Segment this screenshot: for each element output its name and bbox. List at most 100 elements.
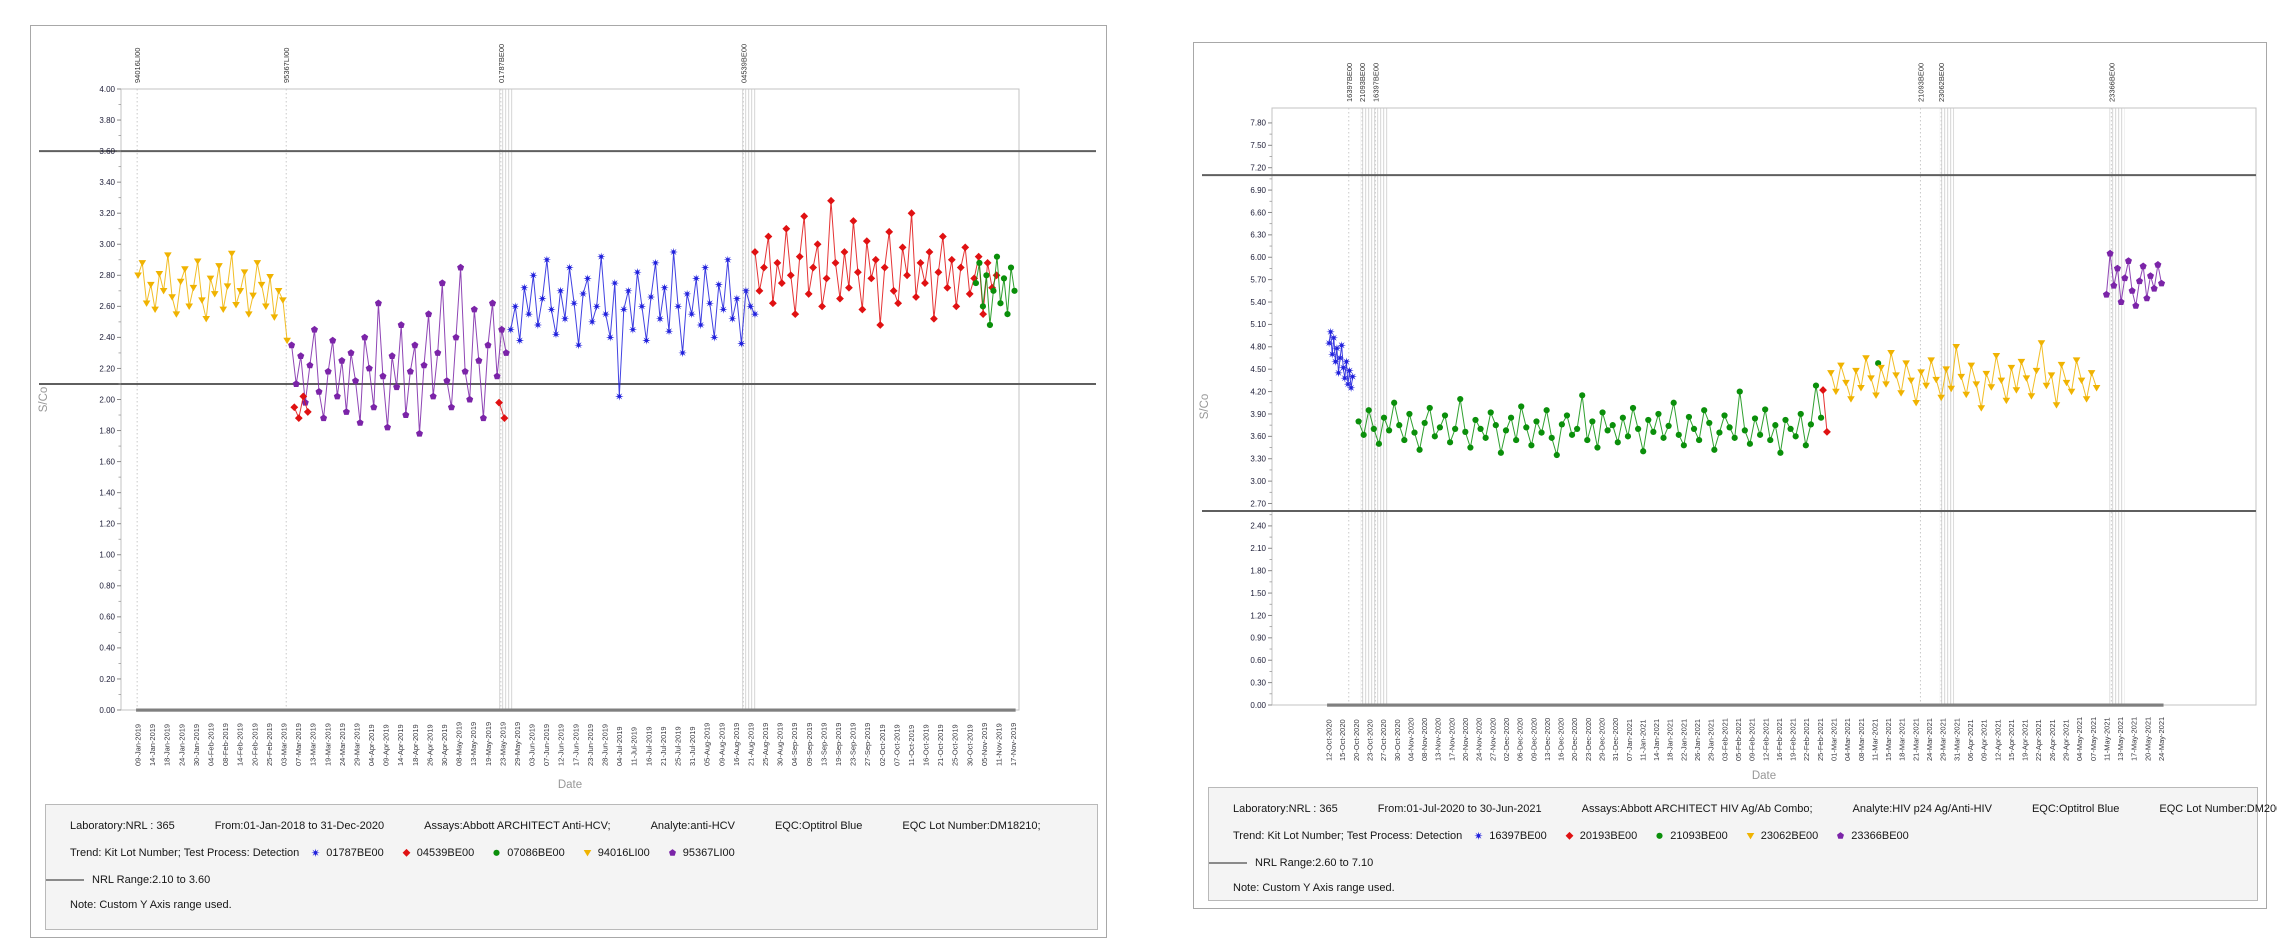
svg-text:16-Jul-2019: 16-Jul-2019 [644,726,653,766]
footer-info-row: Laboratory:NRL : 365 From:01-Jan-2018 to… [46,805,1097,832]
svg-text:1.00: 1.00 [99,551,115,560]
svg-text:2.40: 2.40 [1250,522,1266,531]
svg-text:3.60: 3.60 [99,147,115,156]
svg-text:2.40: 2.40 [99,333,115,342]
svg-text:16-Feb-2021: 16-Feb-2021 [1775,718,1784,761]
svg-text:20-Nov-2020: 20-Nov-2020 [1461,718,1470,761]
chart-footer: Laboratory:NRL : 365 From:01-Jan-2018 to… [45,804,1098,930]
chart-footer: Laboratory:NRL : 365 From:01-Jul-2020 to… [1208,787,2258,901]
svg-text:1.40: 1.40 [99,488,115,497]
svg-text:0.60: 0.60 [99,613,115,622]
svg-text:12-Apr-2021: 12-Apr-2021 [1993,719,2002,761]
svg-text:23-Dec-2020: 23-Dec-2020 [1584,718,1593,761]
qc-trend-report-page: { "page": {"background": "#ffffff"}, "co… [0,0,2277,947]
svg-text:17-May-2021: 17-May-2021 [2130,717,2139,761]
assays-label: Assays:Abbott ARCHITECT Anti-HCV; [424,820,610,832]
svg-text:17-Nov-2019: 17-Nov-2019 [1009,723,1018,766]
svg-text:5.70: 5.70 [1250,275,1266,284]
svg-text:14-Jan-2021: 14-Jan-2021 [1652,719,1661,761]
svg-text:5.10: 5.10 [1250,320,1266,329]
eqc-label: EQC:Optitrol Blue [775,820,862,832]
legend-lot-label: 07086BE00 [507,847,565,859]
svg-text:23062BE00: 23062BE00 [1937,63,1946,102]
analyte-label: Analyte:HIV p24 Ag/Anti-HIV [1853,803,1992,815]
svg-text:15-Apr-2021: 15-Apr-2021 [2007,719,2016,761]
circle-icon [490,847,503,859]
svg-text:14-Apr-2019: 14-Apr-2019 [396,724,405,766]
legend-item-07086BE00: 07086BE00 [490,847,565,859]
svg-text:20-Dec-2020: 20-Dec-2020 [1570,718,1579,761]
svg-text:01-Mar-2021: 01-Mar-2021 [1830,718,1839,761]
series-04539BE00 [290,392,311,422]
svg-text:18-Jan-2019: 18-Jan-2019 [163,724,172,766]
hcv-trend-chart-panel: 94016LI0095367LI0001787BE0004539BE004.00… [30,25,1107,938]
svg-text:14-Jan-2019: 14-Jan-2019 [148,724,157,766]
hcv-trend-plot: 94016LI0095367LI0001787BE0004539BE004.00… [31,26,1106,802]
svg-text:02-Dec-2020: 02-Dec-2020 [1502,718,1511,761]
svg-text:30-Apr-2019: 30-Apr-2019 [440,724,449,766]
svg-text:4.20: 4.20 [1250,387,1266,396]
svg-text:03-Feb-2021: 03-Feb-2021 [1720,718,1729,761]
series-07086BE00 [973,254,1018,329]
series-94016LI00 [134,251,291,344]
lot-change-annotations: 16397BE0021093BE0016397BE0021093BE002306… [1345,63,2125,705]
svg-text:11-Jul-2019: 11-Jul-2019 [630,727,639,766]
legend-item-23366BE00: 23366BE00 [1834,830,1909,842]
legend-lot-label: 01787BE00 [326,847,384,859]
svg-text:11-Jan-2021: 11-Jan-2021 [1638,719,1647,761]
svg-text:21-Mar-2021: 21-Mar-2021 [1911,718,1920,761]
svg-text:05-Feb-2021: 05-Feb-2021 [1734,718,1743,761]
svg-text:1.80: 1.80 [99,426,115,435]
svg-text:04-Mar-2021: 04-Mar-2021 [1843,718,1852,761]
svg-text:25-Feb-2021: 25-Feb-2021 [1816,718,1825,761]
svg-text:29-Dec-2020: 29-Dec-2020 [1598,718,1607,761]
legend-item-21093BE00: 21093BE00 [1653,830,1728,842]
svg-text:13-Dec-2020: 13-Dec-2020 [1543,718,1552,761]
svg-text:16397BE00: 16397BE00 [1371,63,1380,102]
eqc-lot-label: EQC Lot Number:DM20021; [2159,803,2277,815]
legend-lot-label: 04539BE00 [417,847,475,859]
svg-text:1.20: 1.20 [1250,611,1266,620]
svg-text:1.60: 1.60 [99,457,115,466]
svg-text:13-May-2021: 13-May-2021 [2116,717,2125,761]
legend-item-20193BE00: 20193BE00 [1563,830,1638,842]
svg-text:24-Mar-2021: 24-Mar-2021 [1925,718,1934,761]
svg-text:21-Jul-2019: 21-Jul-2019 [659,726,668,766]
diamond-icon [400,847,413,859]
svg-text:7.80: 7.80 [1250,119,1266,128]
y-axis-title: S/Co [38,387,50,413]
legend-lot-label: 16397BE00 [1489,830,1547,842]
svg-text:13-May-2019: 13-May-2019 [469,722,478,766]
svg-text:26-Apr-2021: 26-Apr-2021 [2048,719,2057,761]
svg-text:06-Apr-2021: 06-Apr-2021 [1966,719,1975,761]
x-axis-labels: 12-Oct-202015-Oct-202020-Oct-202023-Oct-… [1325,717,2166,761]
svg-text:2.20: 2.20 [99,364,115,373]
svg-text:7.50: 7.50 [1250,141,1266,150]
svg-text:3.30: 3.30 [1250,455,1266,464]
legend-lot-label: 23366BE00 [1851,830,1909,842]
svg-text:0.00: 0.00 [99,706,115,715]
svg-text:19-Sep-2019: 19-Sep-2019 [834,723,843,766]
svg-text:20-May-2021: 20-May-2021 [2143,717,2152,761]
svg-text:07-Mar-2019: 07-Mar-2019 [294,723,303,766]
svg-text:23-Sep-2019: 23-Sep-2019 [849,723,858,766]
svg-text:24-Jan-2019: 24-Jan-2019 [177,724,186,766]
star8-icon [1472,830,1485,842]
svg-text:18-Apr-2019: 18-Apr-2019 [411,724,420,766]
svg-text:1.20: 1.20 [99,520,115,529]
svg-text:3.60: 3.60 [1250,432,1266,441]
svg-text:08-Nov-2020: 08-Nov-2020 [1420,718,1429,761]
lot-change-annotations: 94016LI0095367LI0001787BE0004539BE00 [133,44,756,710]
diamond-icon [1563,830,1576,842]
svg-text:3.00: 3.00 [99,240,115,249]
svg-text:09-Jan-2019: 09-Jan-2019 [134,724,143,766]
svg-text:0.60: 0.60 [1250,656,1266,665]
svg-text:2.80: 2.80 [99,271,115,280]
svg-text:21093BE00: 21093BE00 [1358,63,1367,102]
svg-text:04539BE00: 04539BE00 [739,44,748,83]
legend-lot-label: 94016LI00 [598,847,650,859]
tri_down-icon [581,847,594,859]
svg-text:3.00: 3.00 [1250,477,1266,486]
svg-text:2.60: 2.60 [99,302,115,311]
svg-text:09-Sep-2019: 09-Sep-2019 [805,723,814,766]
